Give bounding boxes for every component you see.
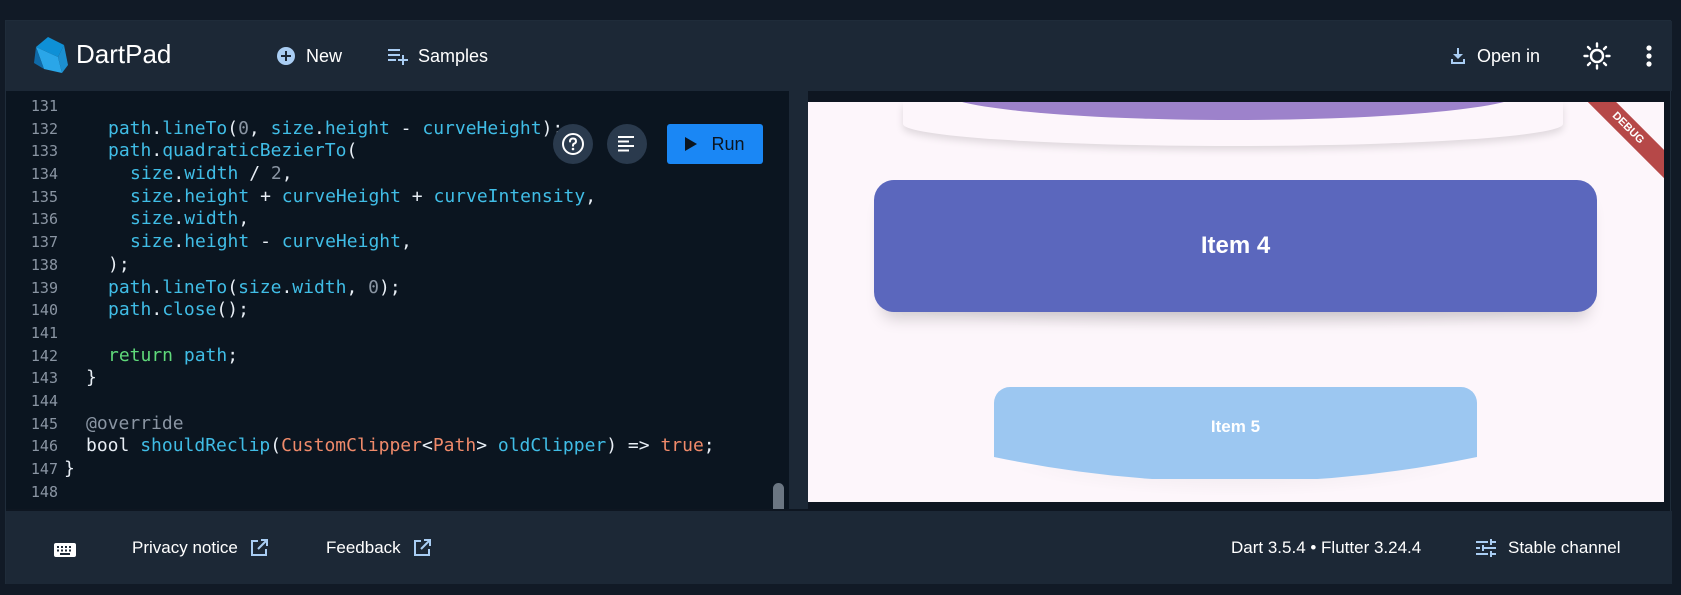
split-divider[interactable]	[789, 91, 808, 509]
open-in-new-icon	[413, 539, 431, 556]
editor-scrollbar[interactable]	[773, 483, 784, 509]
item-5-label: Item 5	[1210, 417, 1261, 436]
open-in-label: Open in	[1477, 45, 1541, 66]
code-line: 132 path.lineTo(0, size.height - curveHei…	[6, 118, 776, 141]
code-line: 145 @override	[6, 413, 776, 436]
app-footer: Privacy notice Feedback Dart 3.5.4 • Flu…	[6, 511, 1672, 584]
code-line: 136 size.width,	[6, 208, 776, 231]
new-button[interactable]: New	[276, 43, 342, 69]
line-number: 133	[30, 142, 58, 161]
samples-button[interactable]: Samples	[388, 43, 488, 69]
line-number: 143	[30, 369, 58, 388]
item-4-label: Item 4	[1200, 232, 1271, 259]
app-title: DartPad	[76, 39, 172, 69]
code-line: 144	[6, 390, 776, 413]
line-number: 146	[30, 437, 58, 456]
open-in-button[interactable]: Open in	[1449, 43, 1540, 69]
line-number: 148	[30, 482, 58, 501]
more-menu-button[interactable]	[1634, 41, 1664, 71]
help-button[interactable]	[553, 124, 593, 164]
version-info: Dart 3.5.4 • Flutter 3.24.4	[1231, 538, 1422, 557]
code-line: 137 size.height - curveHeight,	[6, 231, 776, 254]
run-button[interactable]: Run	[667, 124, 763, 164]
line-number: 144	[30, 391, 58, 410]
app-preview[interactable]: Item 4 Item 5 DEBUG	[808, 102, 1664, 502]
code-line: 143}	[6, 367, 776, 390]
play-icon	[685, 137, 698, 151]
item-4-card[interactable]: Item 4	[874, 180, 1597, 312]
format-button[interactable]	[607, 124, 647, 164]
code-line: 141	[6, 322, 776, 345]
code-editor[interactable]: 131 132 path.lineTo(0, size.height - curv…	[6, 91, 789, 509]
keyboard-shortcuts-button[interactable]	[54, 539, 76, 561]
playlist-add-icon	[388, 49, 408, 65]
line-number: 142	[30, 346, 58, 365]
item-5-card[interactable]: Item 5	[994, 387, 1477, 479]
code-line: 147}	[6, 458, 776, 481]
theme-toggle-button[interactable]	[1582, 41, 1612, 71]
more-vert-icon	[1646, 45, 1652, 67]
dart-logo-icon	[34, 37, 68, 73]
channel-label: Stable channel	[1508, 538, 1621, 557]
line-number: 140	[30, 301, 58, 320]
code-line: 133 path.quadraticBezierTo(	[6, 140, 776, 163]
code-line: 139 path.lineTo(size.width, 0);	[6, 277, 776, 300]
line-number: 137	[30, 233, 58, 252]
samples-label: Samples	[418, 45, 489, 66]
line-number: 141	[30, 323, 58, 342]
line-number: 138	[30, 255, 58, 274]
line-number: 134	[30, 165, 58, 184]
line-number: 139	[30, 278, 58, 297]
line-number: 145	[30, 414, 58, 433]
line-number: 147	[30, 460, 58, 478]
code-line: 131	[6, 95, 776, 118]
run-label: Run	[711, 133, 745, 154]
code-lines: 131 132 path.lineTo(0, size.height - curv…	[6, 95, 776, 503]
tune-icon	[1476, 539, 1496, 557]
line-number: 132	[30, 119, 58, 138]
dartpad-window: DartPad New Samples Open in 131 132 path…	[5, 20, 1672, 584]
privacy-label: Privacy notice	[132, 538, 238, 557]
format-align-left-icon	[618, 136, 634, 152]
download-icon	[1451, 48, 1465, 64]
sun-icon	[1583, 42, 1611, 70]
line-number: 131	[30, 97, 58, 115]
help-icon	[562, 133, 584, 155]
privacy-notice-link[interactable]: Privacy notice	[132, 537, 268, 559]
debug-banner: DEBUG	[1571, 102, 1664, 185]
line-number: 135	[30, 187, 58, 206]
line-number: 136	[30, 210, 58, 229]
feedback-link[interactable]: Feedback	[326, 537, 431, 559]
code-line: 135 size.height + curveHeight + curveInte…	[6, 186, 776, 209]
code-line: 140 path.close();	[6, 299, 776, 322]
add-circle-icon	[277, 47, 295, 65]
new-label: New	[306, 45, 343, 66]
keyboard-icon	[54, 543, 76, 557]
code-line: 134 size.width / 2,	[6, 163, 776, 186]
open-in-new-icon	[250, 539, 268, 556]
channel-selector[interactable]: Stable channel	[1476, 537, 1620, 559]
feedback-label: Feedback	[326, 538, 401, 557]
code-line: 148	[6, 481, 776, 504]
code-line: 142 return path;	[6, 345, 776, 368]
code-line: 146 bool shouldReclip(CustomClipper<Path>…	[6, 435, 776, 458]
code-line: 138);	[6, 254, 776, 277]
app-header: DartPad New Samples Open in	[6, 21, 1672, 91]
